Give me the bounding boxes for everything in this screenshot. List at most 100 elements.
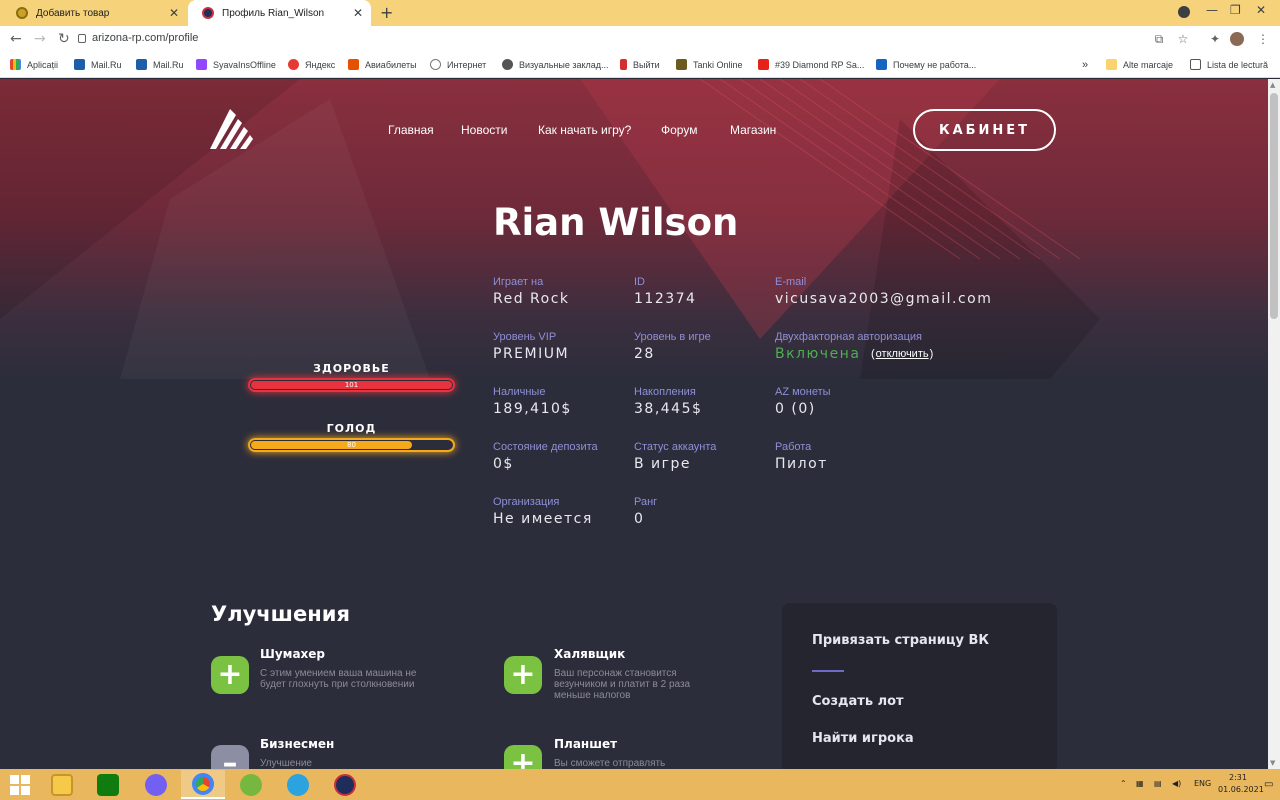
twofa-disable-link[interactable]: отключить — [876, 348, 929, 360]
record-icon[interactable] — [1178, 6, 1190, 18]
bookmark-reading-list[interactable]: Lista de lectură — [1190, 59, 1268, 70]
upgrade-desc: Вы сможете отправлять — [554, 758, 666, 769]
bookmark-apps[interactable]: Aplicații — [10, 59, 58, 70]
url-field[interactable]: arizona-rp.com/profile — [92, 32, 198, 44]
language-indicator[interactable]: ENG — [1194, 779, 1211, 788]
twitch-icon — [196, 59, 207, 70]
bookmark-other[interactable]: Alte marcaje — [1106, 59, 1173, 70]
forward-arrow-icon[interactable]: → — [34, 31, 46, 47]
translate-icon[interactable]: ⧉ — [1152, 32, 1166, 46]
bookmark-why[interactable]: Почему не работа... — [876, 59, 976, 70]
cabinet-button[interactable]: КАБИНЕТ — [913, 109, 1056, 151]
bookmark-internet[interactable]: Интернет — [430, 59, 486, 70]
tab-profile[interactable]: Профиль Rian_Wilson ✕ — [188, 0, 371, 26]
bookmark-mailru-1[interactable]: Mail.Ru — [74, 59, 122, 70]
field-label: Двухфакторная авторизация — [775, 331, 922, 343]
bookmark-yandex[interactable]: Яндекс — [288, 59, 335, 70]
menu-kebab-icon[interactable]: ⋮ — [1256, 32, 1270, 46]
bookmark-tanki[interactable]: Tanki Online — [676, 59, 743, 70]
plus-icon[interactable]: + — [211, 656, 249, 694]
nav-home[interactable]: Главная — [388, 123, 434, 137]
clock[interactable]: 2:31 01.06.2021 — [1218, 772, 1264, 796]
page-scrollbar[interactable]: ▲ ▼ — [1268, 79, 1280, 769]
taskbar-chrome[interactable] — [181, 770, 225, 799]
taskbar-telegram[interactable] — [276, 770, 320, 799]
arizona-logo-icon[interactable] — [210, 109, 254, 151]
plus-icon[interactable]: + — [504, 656, 542, 694]
close-icon[interactable]: ✕ — [169, 6, 179, 20]
scroll-up-icon[interactable]: ▲ — [1270, 81, 1275, 89]
field-value-deposit: 0$ — [493, 456, 514, 472]
bookmark-avia[interactable]: Авиабилеты — [348, 59, 417, 70]
health-value: 101 — [344, 381, 359, 389]
plus-icon[interactable]: + — [504, 745, 542, 769]
bookmark-visual[interactable]: Визуальные заклад... — [502, 59, 609, 70]
action-center-icon[interactable]: ▭ — [1264, 779, 1273, 790]
close-icon[interactable]: ✕ — [353, 6, 363, 20]
clock-date: 01.06.2021 — [1218, 785, 1264, 794]
network-icon[interactable]: ▦ — [1136, 779, 1144, 788]
field-label: Накопления — [634, 386, 696, 398]
upgrade-name: Бизнесмен — [260, 737, 335, 751]
volume-icon[interactable]: ◀) — [1172, 779, 1181, 788]
minus-icon[interactable]: – — [211, 745, 249, 769]
link-vk-button[interactable]: Привязать страницу ВК — [812, 633, 989, 648]
field-value-level: 28 — [634, 346, 655, 362]
window-close-icon[interactable]: ✕ — [1256, 3, 1266, 17]
profile-page: Главная Новости Как начать игру? Форум М… — [0, 79, 1268, 769]
taskbar-store[interactable] — [86, 770, 130, 799]
folder-icon — [51, 773, 73, 796]
restore-icon[interactable]: ❐ — [1230, 3, 1241, 17]
tab-add-product[interactable]: Добавить товар ✕ — [2, 0, 187, 26]
field-value-id: 112374 — [634, 291, 697, 307]
player-name: Rian Wilson — [493, 201, 739, 244]
back-arrow-icon[interactable]: ← — [10, 31, 22, 47]
upgrade-desc: Ваш персонаж становится везунчиком и пла… — [554, 668, 691, 701]
star-icon[interactable]: ☆ — [1176, 32, 1190, 46]
windows-start-icon[interactable] — [10, 775, 30, 795]
create-lot-button[interactable]: Создать лот — [812, 694, 904, 709]
tab-title: Добавить товар — [36, 7, 110, 19]
taskbar-viber[interactable] — [134, 770, 178, 799]
field-label: AZ монеты — [775, 386, 831, 398]
field-value-2fa: Включена — [775, 346, 861, 362]
field-value-vip: PREMIUM — [493, 346, 570, 362]
bookmarks-overflow-icon[interactable]: » — [1082, 59, 1088, 71]
tray-chevron-icon[interactable]: ⌃ — [1120, 779, 1127, 788]
bookmark-logout[interactable]: Выйти — [620, 59, 660, 70]
scrollbar-thumb[interactable] — [1270, 93, 1278, 319]
field-label: Уровень в игре — [634, 331, 711, 343]
store-icon — [97, 773, 119, 796]
new-tab-plus-icon[interactable]: + — [380, 3, 393, 22]
hunger-value: 80 — [347, 441, 356, 449]
taskbar-arizona[interactable] — [323, 770, 367, 799]
nav-how-to-start[interactable]: Как начать игру? — [538, 123, 631, 137]
health-label: ЗДОРОВЬЕ — [313, 362, 390, 375]
actions-panel: Привязать страницу ВК Создать лот Найти … — [782, 603, 1057, 769]
bookmark-youtube[interactable]: #39 Diamond RP Sa... — [758, 59, 864, 70]
nav-news[interactable]: Новости — [461, 123, 507, 137]
scroll-down-icon[interactable]: ▼ — [1270, 759, 1275, 767]
nav-shop[interactable]: Магазин — [730, 123, 776, 137]
extensions-puzzle-icon[interactable]: ✦ — [1208, 32, 1222, 46]
bookmark-twitch[interactable]: SyavaInsOffline — [196, 59, 276, 70]
field-value-rank: 0 — [634, 511, 645, 527]
field-label: Играет на — [493, 276, 544, 288]
field-label: E-mail — [775, 276, 807, 288]
utorrent-icon — [240, 773, 262, 796]
reload-icon[interactable]: ↻ — [58, 31, 70, 47]
upgrade-name: Планшет — [554, 737, 618, 751]
chrome-icon — [192, 772, 214, 795]
avatar[interactable] — [1230, 32, 1244, 46]
runner-icon — [620, 59, 627, 70]
field-label: ID — [634, 276, 645, 288]
bookmark-mailru-2[interactable]: Mail.Ru — [136, 59, 184, 70]
minimize-icon[interactable]: — — [1206, 3, 1218, 17]
lock-icon[interactable] — [78, 34, 86, 43]
notification-icon[interactable]: ▤ — [1154, 779, 1162, 788]
find-player-button[interactable]: Найти игрока — [812, 731, 914, 746]
taskbar-explorer[interactable] — [40, 770, 84, 799]
yandex-icon — [288, 59, 299, 70]
taskbar-utorrent[interactable] — [229, 770, 273, 799]
nav-forum[interactable]: Форум — [661, 123, 697, 137]
